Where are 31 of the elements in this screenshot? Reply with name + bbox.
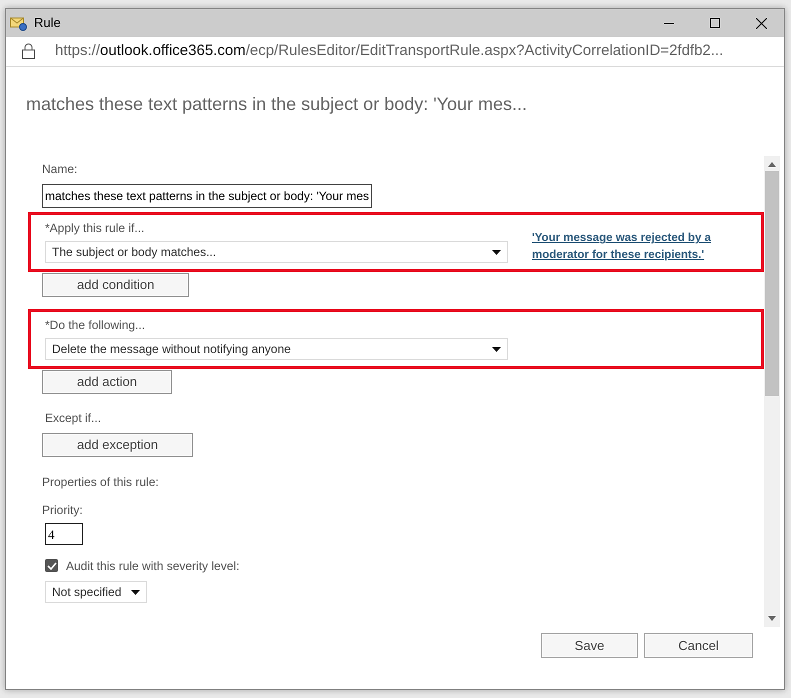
field-label: Except if...: [45, 410, 102, 427]
maximize-icon: [710, 18, 720, 28]
window-title: Rule: [34, 14, 62, 32]
checkbox[interactable]: [45, 559, 58, 572]
scroll-down-icon[interactable]: [768, 616, 776, 621]
field-label: *Do the following...: [45, 316, 146, 334]
field-label: *Apply this rule if...: [45, 220, 146, 237]
scroll-up-icon[interactable]: [768, 162, 776, 167]
caret-icon: [131, 590, 140, 595]
dropdown[interactable]: The subject or body matches...: [45, 240, 508, 263]
caret-icon: [492, 250, 501, 255]
field-label: Name:: [42, 160, 78, 178]
dropdown[interactable]: Delete the message without notifying anyone: [45, 338, 508, 360]
close-icon: [756, 18, 766, 28]
add-button[interactable]: add exception: [42, 432, 193, 457]
lock-icon: [22, 43, 35, 60]
section-label: Properties of this rule:: [42, 474, 160, 491]
caret-icon: [492, 346, 501, 352]
checkbox-label: Audit this rule with severity level:: [66, 558, 240, 575]
dialog-heading: matches these text patterns in the subject or body: 'Your mes...: [25, 92, 528, 116]
save-button[interactable]: Save: [541, 632, 638, 658]
add-button[interactable]: add action: [42, 370, 172, 394]
address-url: https://outlook.office365.com/ecp/RulesEditor/EditTransportRule.aspx?ActivityCorrelationID=2fdfb2...: [55, 41, 724, 62]
cancel-button[interactable]: Cancel: [644, 632, 753, 658]
priority-field[interactable]: 4: [45, 522, 83, 545]
name-field[interactable]: matches these text patterns in the subject or body: 'Your mes: [42, 184, 372, 208]
field-label: Priority:: [42, 502, 84, 519]
severity-dropdown[interactable]: Not specified: [45, 580, 148, 603]
scrollbar[interactable]: [764, 156, 780, 627]
add-button[interactable]: add condition: [42, 272, 190, 297]
rule-link[interactable]: 'Your message was rejected by a moderator for these recipients.': [532, 230, 727, 263]
